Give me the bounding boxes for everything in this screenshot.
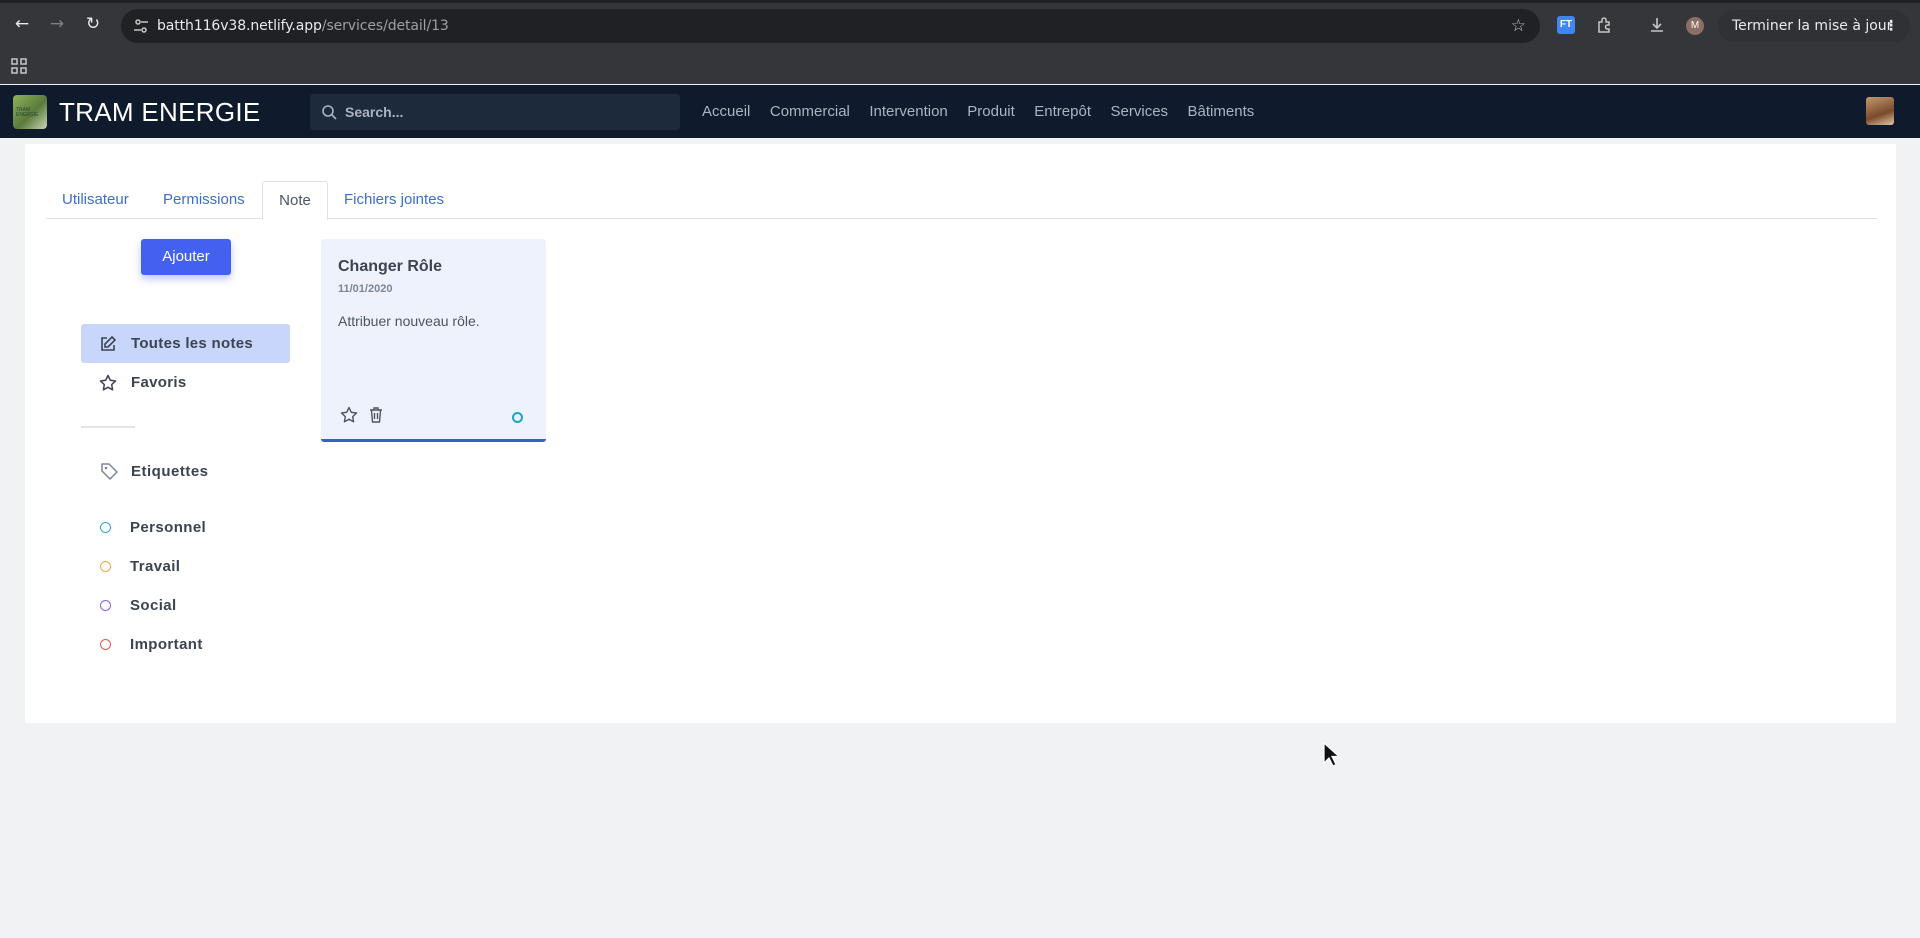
note-title: Changer Rôle [338,258,443,275]
labels-title-text: Etiquettes [131,463,209,480]
nav-item-commercial[interactable]: Commercial [770,103,850,120]
url-text[interactable]: batth116v38.netlify.app/services/detail/… [157,18,449,34]
address-bar[interactable]: batth116v38.netlify.app/services/detail/… [121,9,1540,43]
note-text: Attribuer nouveau rôle. [338,313,480,329]
update-button[interactable]: Terminer la mise à jour ⋮ [1718,10,1910,42]
edit-icon [101,335,117,351]
bookmark-star-icon[interactable]: ☆ [1511,16,1526,36]
note-date: 11/01/2020 [338,283,393,295]
search-icon [322,105,337,120]
nav-item-services[interactable]: Services [1111,103,1169,120]
label-social-text: Social [130,597,177,614]
reload-icon[interactable]: ↻ [83,14,103,34]
filter-all-notes[interactable]: Toutes les notes [81,324,290,363]
top-navigation: Accueil Commercial Intervention Produit … [702,85,1274,138]
tab-fichiers-jointes[interactable]: Fichiers jointes [344,181,444,219]
user-avatar[interactable] [1866,97,1894,125]
tab-strip [0,0,1920,3]
tab-bar: Utilisateur Permissions Note Fichiers jo… [46,181,1877,220]
mouse-cursor-icon [1323,742,1341,767]
site-settings-icon[interactable] [132,17,150,35]
nav-item-accueil[interactable]: Accueil [702,103,750,120]
note-card[interactable]: Changer Rôle 11/01/2020 Attribuer nouvea… [321,239,546,442]
nav-item-intervention[interactable]: Intervention [869,103,947,120]
browser-toolbar: ← → ↻ batth116v38.netlify.app/services/d… [0,0,1920,50]
url-host: batth116v38.netlify.app [157,18,322,34]
label-important-text: Important [130,636,203,653]
tab-utilisateur[interactable]: Utilisateur [62,181,129,219]
trash-icon[interactable] [367,406,385,424]
favorite-star-icon[interactable] [340,406,358,424]
tab-permissions[interactable]: Permissions [163,181,245,219]
extension-ft-icon[interactable]: FT [1557,16,1575,34]
label-personnel-text: Personnel [130,519,207,536]
apps-grid-icon[interactable] [11,58,27,74]
label-travail-text: Travail [130,558,181,575]
filter-all-notes-label: Toutes les notes [131,335,254,352]
filter-favorites-label: Favoris [131,374,187,391]
download-icon[interactable] [1648,16,1666,34]
detail-card: Utilisateur Permissions Note Fichiers jo… [25,144,1896,723]
url-path: /services/detail/13 [321,18,449,34]
forward-arrow-icon[interactable]: → [47,14,67,34]
filter-favorites[interactable]: Favoris [81,363,290,402]
kebab-menu-icon[interactable]: ⋮ [1884,10,1898,42]
search-box [310,94,680,130]
search-input[interactable] [345,94,665,130]
extensions-puzzle-icon[interactable] [1596,16,1614,34]
label-personnel-dot [100,522,111,533]
profile-avatar[interactable]: M [1686,17,1704,35]
nav-item-batiments[interactable]: Bâtiments [1188,103,1255,120]
note-label-dot [512,412,523,423]
tag-icon [101,463,118,480]
label-social-dot [100,600,111,611]
label-travail-dot [100,561,111,572]
brand-name[interactable]: TRAM ENERGIE [59,97,261,128]
tab-note[interactable]: Note [262,181,328,220]
sidebar-divider [81,426,135,428]
add-note-button[interactable]: Ajouter [141,239,231,275]
nav-item-entrepot[interactable]: Entrepôt [1034,103,1091,120]
label-important-dot [100,639,111,650]
bookmarks-bar [0,50,1920,84]
brand-logo[interactable]: TRAM ENERGIE [13,95,47,129]
app-header: TRAMENERGIE TRAM ENERGIE Accueil Commerc… [0,85,1920,138]
star-icon [99,374,117,391]
update-button-label: Terminer la mise à jour [1732,18,1893,34]
back-arrow-icon[interactable]: ← [12,14,32,34]
nav-item-produit[interactable]: Produit [967,103,1015,120]
